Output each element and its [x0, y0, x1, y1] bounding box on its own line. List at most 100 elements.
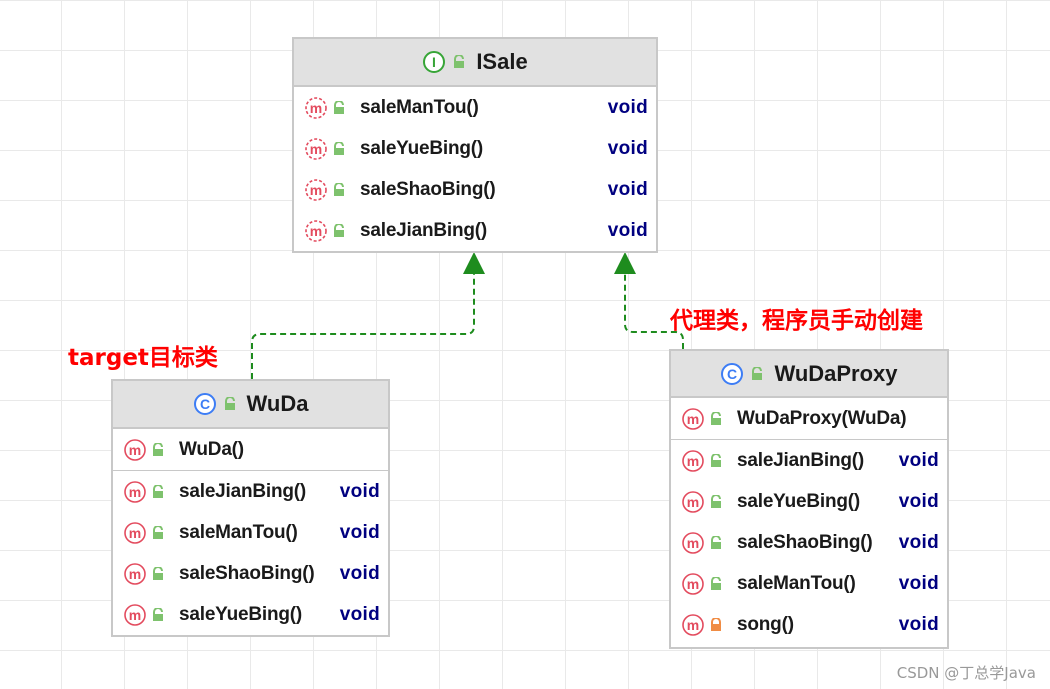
method-row[interactable]: m saleManTou() void [113, 512, 388, 553]
method-name: saleShaoBing() [737, 531, 873, 553]
method-row[interactable]: m saleYueBing() void [113, 594, 388, 635]
method-icon: m [682, 407, 704, 430]
public-lock-icon [153, 484, 163, 498]
method-row[interactable]: m saleYueBing() void [294, 128, 656, 169]
class-name: WuDaProxy [774, 360, 898, 386]
wuda-realization-line [251, 272, 475, 379]
svg-text:m: m [129, 484, 141, 500]
class-icon: C [721, 362, 744, 385]
method-icon: m [124, 521, 146, 544]
method-row[interactable]: m saleJianBing() void [671, 440, 947, 481]
constructor-section: m WuDaProxy(WuDa) [671, 398, 947, 440]
svg-text:m: m [687, 576, 699, 592]
public-lock-icon [752, 366, 763, 380]
svg-text:C: C [199, 396, 209, 412]
svg-text:m: m [310, 182, 322, 198]
return-type: void [339, 603, 380, 625]
constructor-row[interactable]: m WuDaProxy(WuDa) [671, 398, 947, 439]
public-lock-icon [224, 397, 235, 410]
proxy-realization-arrowhead [614, 252, 636, 274]
method-row[interactable]: m song() void [671, 604, 947, 645]
return-type: void [898, 531, 939, 553]
method-icon: m [682, 531, 704, 554]
method-icon: m [305, 178, 327, 201]
method-icon: m [682, 613, 704, 636]
return-type: void [339, 562, 380, 584]
interface-header: I ISale [294, 39, 656, 87]
interface-methods: m saleManTou() void m saleYueBing() void… [294, 87, 656, 251]
return-type: void [898, 449, 939, 471]
public-lock-icon [711, 535, 721, 549]
class-icon: C [193, 393, 216, 415]
public-lock-icon [153, 525, 163, 539]
svg-text:m: m [310, 100, 322, 116]
method-icon: m [124, 562, 146, 585]
return-type: void [607, 137, 648, 159]
public-lock-icon [711, 576, 721, 590]
svg-text:m: m [310, 223, 322, 239]
return-type: void [898, 613, 939, 635]
methods-section: m saleJianBing() void m saleManTou() voi… [113, 471, 388, 635]
constructor-name: WuDa() [179, 438, 244, 460]
return-type: void [898, 572, 939, 594]
private-lock-icon [711, 617, 721, 631]
svg-text:m: m [310, 141, 322, 157]
return-type: void [339, 480, 380, 502]
method-icon: m [305, 137, 327, 160]
svg-text:C: C [727, 366, 737, 382]
public-lock-icon [711, 453, 721, 467]
svg-text:m: m [129, 442, 141, 458]
method-row[interactable]: m saleJianBing() void [113, 471, 388, 512]
svg-text:m: m [687, 494, 699, 510]
method-name: saleYueBing() [360, 137, 484, 159]
return-type: void [339, 521, 380, 543]
public-lock-icon [454, 55, 465, 68]
method-row[interactable]: m saleYueBing() void [671, 481, 947, 522]
method-name: saleJianBing() [179, 480, 307, 502]
svg-text:m: m [687, 535, 699, 551]
public-lock-icon [334, 182, 344, 196]
method-name: saleYueBing() [179, 603, 303, 625]
method-icon: m [124, 438, 146, 461]
svg-text:m: m [687, 453, 699, 469]
method-row[interactable]: m saleJianBing() void [294, 210, 656, 251]
method-icon: m [682, 572, 704, 595]
svg-text:m: m [687, 411, 699, 427]
method-row[interactable]: m saleShaoBing() void [113, 553, 388, 594]
method-icon: m [305, 96, 327, 119]
constructor-row[interactable]: m WuDa() [113, 429, 388, 470]
return-type: void [607, 96, 648, 118]
method-name: saleManTou() [360, 96, 479, 118]
public-lock-icon [153, 607, 163, 621]
method-icon: m [682, 449, 704, 472]
method-name: saleShaoBing() [179, 562, 315, 584]
interface-isale-box[interactable]: I ISale m saleManTou() void m saleYueBin… [292, 37, 658, 253]
watermark: CSDN @丁总学Java [896, 664, 1036, 682]
public-lock-icon [334, 223, 344, 237]
method-name: saleShaoBing() [360, 178, 496, 200]
method-icon: m [682, 490, 704, 513]
class-wuda-box[interactable]: C WuDa m WuDa() m saleJianBing() void m … [111, 379, 390, 637]
target-class-label: target目标类 [68, 345, 218, 371]
public-lock-icon [334, 100, 344, 114]
svg-text:m: m [129, 607, 141, 623]
proxy-class-label: 代理类，程序员手动创建 [670, 308, 923, 334]
method-name: saleManTou() [737, 572, 856, 594]
method-name: saleManTou() [179, 521, 298, 543]
class-name: WuDa [246, 391, 309, 416]
class-wudaproxy-box[interactable]: C WuDaProxy m WuDaProxy(WuDa) m saleJian… [669, 349, 949, 649]
method-row[interactable]: m saleManTou() void [671, 563, 947, 604]
interface-name: ISale [476, 49, 528, 74]
method-name: saleJianBing() [360, 219, 488, 241]
method-row[interactable]: m saleManTou() void [294, 87, 656, 128]
svg-text:m: m [129, 566, 141, 582]
method-row[interactable]: m saleShaoBing() void [671, 522, 947, 563]
public-lock-icon [711, 494, 721, 508]
method-name: saleYueBing() [737, 490, 861, 512]
svg-text:m: m [687, 617, 699, 633]
method-name: song() [737, 613, 794, 635]
public-lock-icon [153, 566, 163, 580]
method-row[interactable]: m saleShaoBing() void [294, 169, 656, 210]
class-header: C WuDa [113, 381, 388, 429]
class-header: C WuDaProxy [671, 351, 947, 398]
